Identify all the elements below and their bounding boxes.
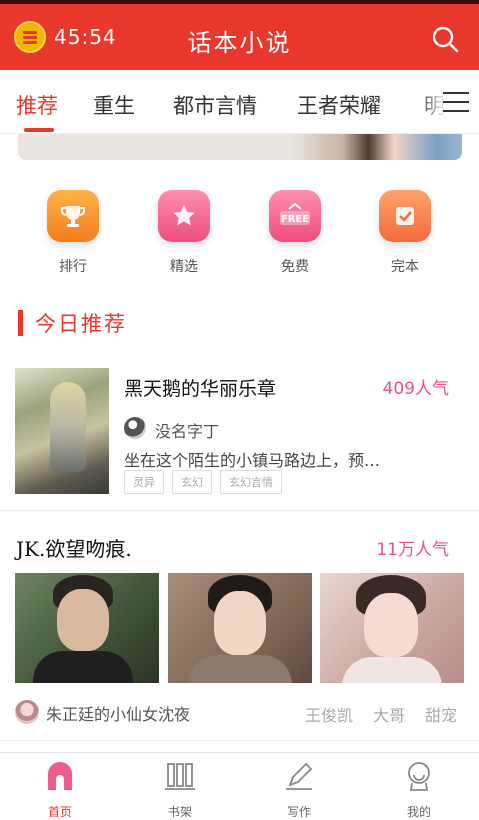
- tag[interactable]: 玄幻: [172, 470, 212, 494]
- home-icon: [43, 759, 77, 793]
- banner-carousel[interactable]: [18, 134, 462, 160]
- bookshelf-icon: [163, 759, 197, 793]
- star-icon: [158, 190, 210, 242]
- keyword: 甜宠: [424, 706, 457, 725]
- section-title: 今日推荐: [35, 312, 127, 336]
- menu-icon[interactable]: [443, 92, 469, 112]
- author-name: 没名字丁: [155, 422, 220, 441]
- trophy-icon: [47, 190, 99, 242]
- book-description: 坐在这个陌生的小镇马路边上，预…: [124, 451, 381, 470]
- booklist-photo-2: [168, 573, 312, 683]
- tab-king-glory[interactable]: 王者荣耀: [297, 90, 381, 120]
- booklist-title: JK.欲望吻痕.: [16, 537, 132, 561]
- creator-name: 朱正廷的小仙女沈夜: [46, 705, 191, 724]
- nav-profile[interactable]: 我的: [379, 759, 459, 820]
- search-icon[interactable]: [431, 25, 459, 53]
- booklist-popularity: 11万人气: [376, 540, 449, 560]
- booklist-keywords: 王俊凯 大哥 甜宠: [285, 702, 457, 726]
- free-button[interactable]: FREE 免费: [255, 190, 335, 276]
- banner-image: [292, 134, 462, 160]
- category-tabs: 推荐 重生 都市言情 王者荣耀 明: [0, 70, 479, 134]
- profile-icon: [402, 759, 436, 793]
- keyword: 大哥: [372, 706, 405, 725]
- booklist-card[interactable]: JK.欲望吻痕. 11万人气 朱正廷的小仙女沈夜 王俊凯 大哥 甜宠: [0, 525, 479, 730]
- category-shortcuts: 排行 精选 FREE 免费 完本: [0, 190, 479, 280]
- booklist-photo-3: [320, 573, 464, 683]
- active-tab-indicator: [24, 128, 54, 132]
- nav-bookshelf[interactable]: 书架: [140, 759, 220, 820]
- divider: [0, 740, 479, 741]
- tab-urban-romance[interactable]: 都市言情: [173, 90, 257, 120]
- section-header: 今日推荐: [18, 308, 127, 338]
- divider: [0, 510, 479, 511]
- tab-recommend[interactable]: 推荐: [16, 90, 58, 120]
- recommended-book-card[interactable]: 黑天鹅的华丽乐章 409人气 没名字丁 坐在这个陌生的小镇马路边上，预… 灵异 …: [0, 366, 479, 502]
- tag[interactable]: 灵异: [124, 470, 164, 494]
- completed-button[interactable]: 完本: [365, 190, 445, 276]
- book-cover: [15, 368, 109, 494]
- featured-button[interactable]: 精选: [144, 190, 224, 276]
- app-title: 话本小说: [187, 29, 292, 57]
- author-avatar: [124, 417, 146, 439]
- nav-write[interactable]: 写作: [259, 759, 339, 820]
- creator-avatar: [15, 700, 39, 724]
- pencil-icon: [282, 759, 316, 793]
- book-popularity: 409人气: [382, 379, 449, 399]
- book-tags: 灵异 玄幻 玄幻言情: [124, 470, 290, 494]
- bottom-navigation: 首页 书架 写作 我的: [0, 752, 479, 820]
- book-title: 黑天鹅的华丽乐章: [124, 378, 277, 400]
- nav-home[interactable]: 首页: [20, 759, 100, 820]
- tab-rebirth[interactable]: 重生: [93, 90, 135, 120]
- keyword: 王俊凯: [304, 706, 353, 725]
- svg-text:FREE: FREE: [281, 214, 309, 225]
- ranking-button[interactable]: 排行: [33, 190, 113, 276]
- booklist-photo-1: [15, 573, 159, 683]
- free-icon: FREE: [269, 190, 321, 242]
- tag[interactable]: 玄幻言情: [220, 470, 282, 494]
- check-icon: [379, 190, 431, 242]
- top-app-bar: 45:54 话本小说: [0, 0, 479, 70]
